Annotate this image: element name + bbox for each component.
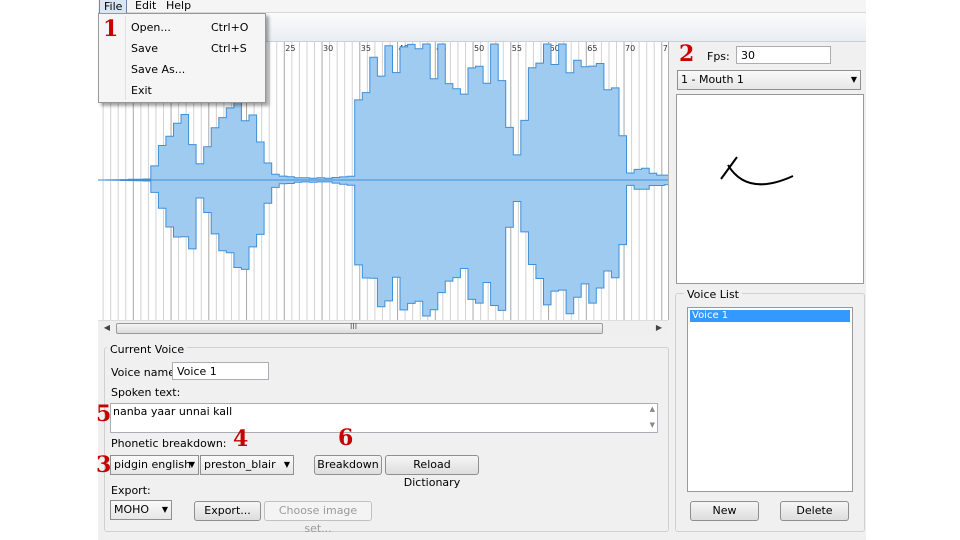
menu-shortcut-save: Ctrl+S [211,42,247,55]
chevron-down-icon: ▼ [188,460,195,469]
annotation-4: 4 [233,426,249,452]
voice-list-item[interactable]: Voice 1 [690,310,850,322]
menu-bar: File Edit Help [98,0,866,14]
mouth-select[interactable]: 1 - Mouth 1 ▼ [677,70,861,90]
chevron-down-icon: ▼ [283,460,290,469]
menu-file[interactable]: File [99,0,128,14]
reload-dictionary-button[interactable]: Reload Dictionary [385,455,479,489]
phonetic-breakdown-label: Phonetic breakdown: [111,437,227,450]
mouth-select-value: 1 - Mouth 1 [681,73,744,86]
fps-input[interactable]: 30 [736,46,831,64]
export-button[interactable]: Export... [194,501,261,521]
scroll-thumb[interactable]: III [116,322,603,334]
mouth-preview [676,94,864,284]
mouth-shape-icon [720,156,794,186]
menu-item-save[interactable]: Save [131,42,158,55]
annotation-3: 3 [96,452,112,478]
phoneme-set-value: preston_blair [204,458,276,471]
spoken-text-input[interactable]: nanba yaar unnai kall ▲ ▼ [110,403,658,433]
frame-tick-label: 65 [587,44,597,53]
delete-voice-button[interactable]: Delete [780,501,849,521]
menu-shortcut-open: Ctrl+O [211,21,249,34]
scroll-left-icon[interactable]: ◀ [100,321,114,335]
frame-tick-label: 30 [323,44,333,53]
menu-help[interactable]: Help [162,0,195,12]
frame-tick-label: 55 [512,44,522,53]
phoneme-set-select[interactable]: preston_blair ▼ [200,455,294,475]
current-voice-title: Current Voice [107,343,188,356]
menu-item-exit[interactable]: Exit [131,84,152,97]
chevron-down-icon: ▼ [850,75,857,84]
voice-list[interactable]: Voice 1 [687,307,853,492]
new-voice-button[interactable]: New [690,501,759,521]
scroll-right-icon[interactable]: ▶ [652,321,666,335]
voice-name-label: Voice name: [111,366,179,379]
menu-edit[interactable]: Edit [131,0,160,12]
chevron-down-icon: ▼ [161,505,168,514]
spoken-text-label: Spoken text: [111,386,181,399]
frame-tick-label: 35 [361,44,371,53]
annotation-6: 6 [338,425,354,451]
spoken-text-value: nanba yaar unnai kall [113,405,233,418]
frame-tick-label: 50 [474,44,484,53]
timeline-scrollbar[interactable]: ◀ III ▶ [98,320,668,335]
menu-item-save-as[interactable]: Save As... [131,63,185,76]
choose-image-set-button[interactable]: Choose image set... [264,501,372,535]
export-format-select[interactable]: MOHO ▼ [110,500,172,520]
annotation-1: 1 [103,16,119,42]
export-format-value: MOHO [114,503,150,516]
frame-tick-label: 75 [663,44,668,53]
annotation-2: 2 [679,41,695,67]
menu-item-open[interactable]: Open... [131,21,171,34]
export-label: Export: [111,484,151,497]
frame-tick-label: 70 [625,44,635,53]
voice-name-input[interactable]: Voice 1 [172,362,269,380]
scroll-down-icon[interactable]: ▼ [650,421,655,429]
language-select[interactable]: pidgin english ▼ [110,455,199,475]
annotation-5: 5 [96,401,112,427]
menu-gutter-divider [125,16,126,100]
file-menu-dropdown: Open... Ctrl+O Save Ctrl+S Save As... Ex… [98,13,266,103]
scroll-up-icon[interactable]: ▲ [650,405,655,413]
breakdown-button[interactable]: Breakdown [314,455,382,475]
language-select-value: pidgin english [114,458,192,471]
frame-ruler: 2530354045505560657075 [285,44,668,53]
scroll-grip: III [350,322,358,331]
fps-label: Fps: [707,50,730,63]
frame-tick-label: 25 [285,44,295,53]
voice-list-title: Voice List [684,288,742,301]
